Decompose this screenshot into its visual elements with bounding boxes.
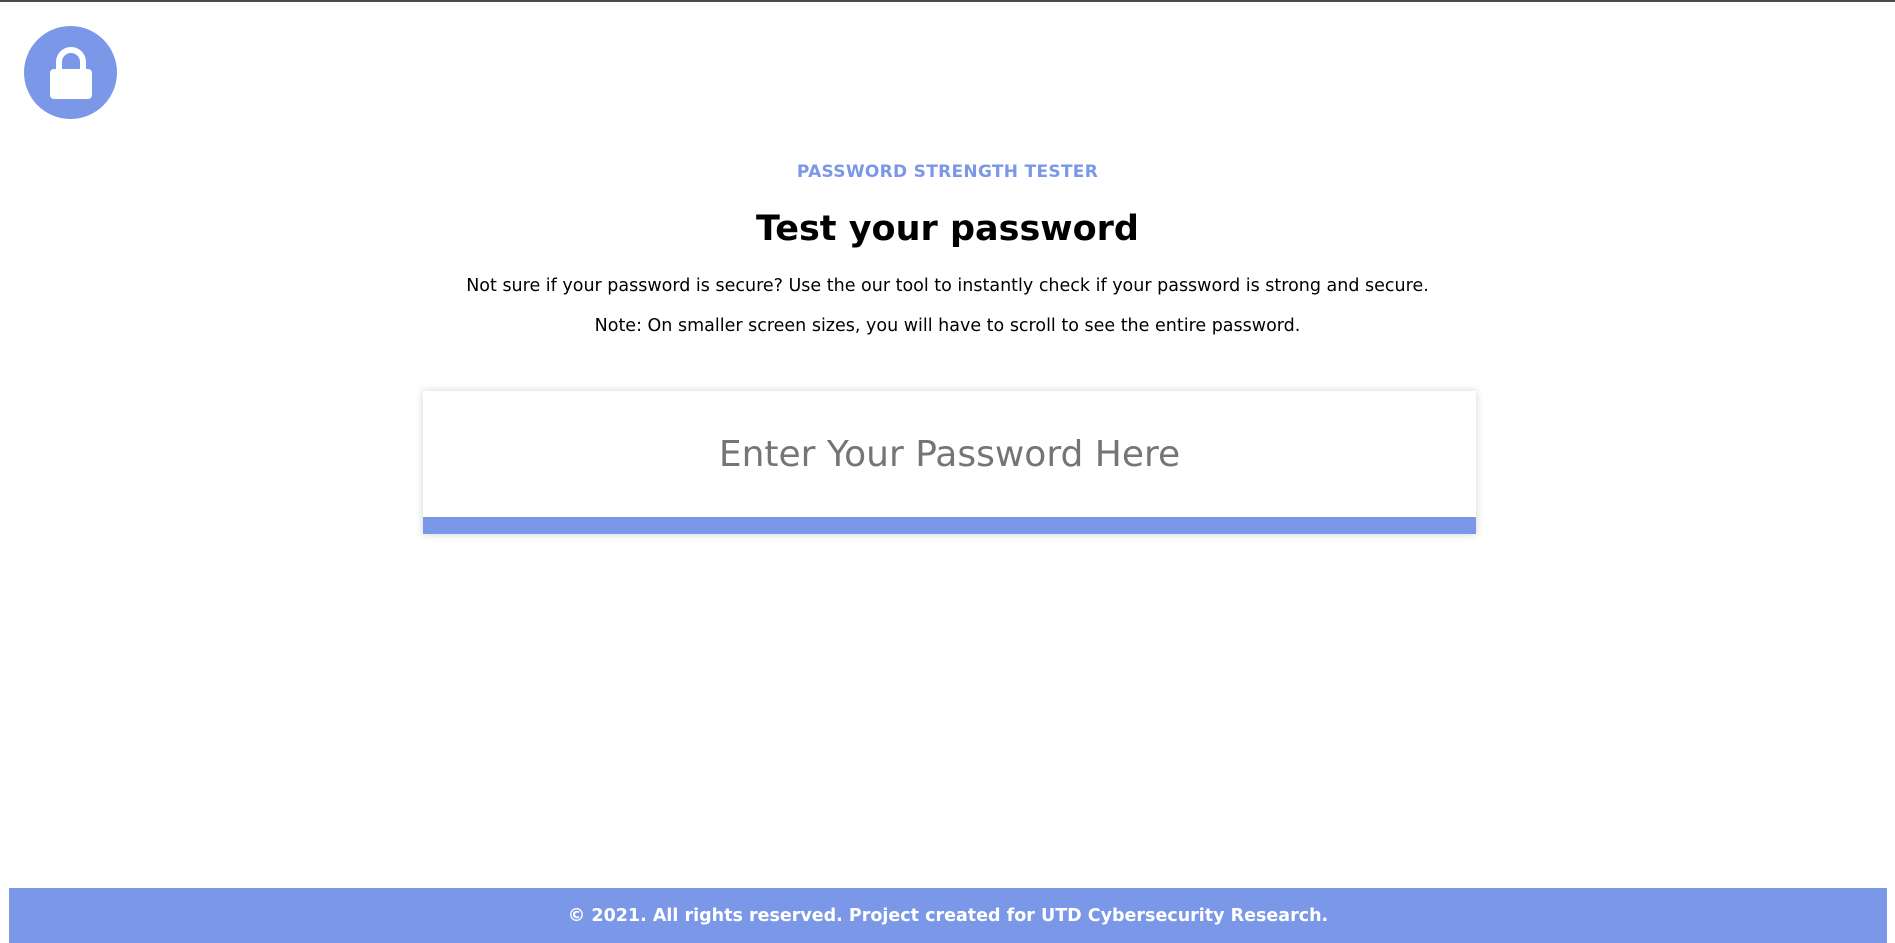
logo [24, 26, 117, 119]
strength-meter [423, 517, 1476, 534]
eyebrow-label: PASSWORD STRENGTH TESTER [796, 162, 1099, 182]
lock-icon [49, 46, 92, 99]
footer: © 2021. All rights reserved. Project cre… [9, 888, 1887, 943]
description-text: Not sure if your password is secure? Use… [466, 276, 1429, 296]
page-title: Test your password [756, 209, 1139, 249]
footer-text: © 2021. All rights reserved. Project cre… [567, 905, 1329, 926]
note-text: Note: On smaller screen sizes, you will … [594, 316, 1301, 336]
strength-meter-fill [423, 517, 1476, 534]
top-border [0, 0, 1895, 2]
password-card [423, 391, 1476, 534]
page: PASSWORD STRENGTH TESTER Test your passw… [0, 0, 1895, 943]
password-input[interactable] [423, 391, 1476, 517]
